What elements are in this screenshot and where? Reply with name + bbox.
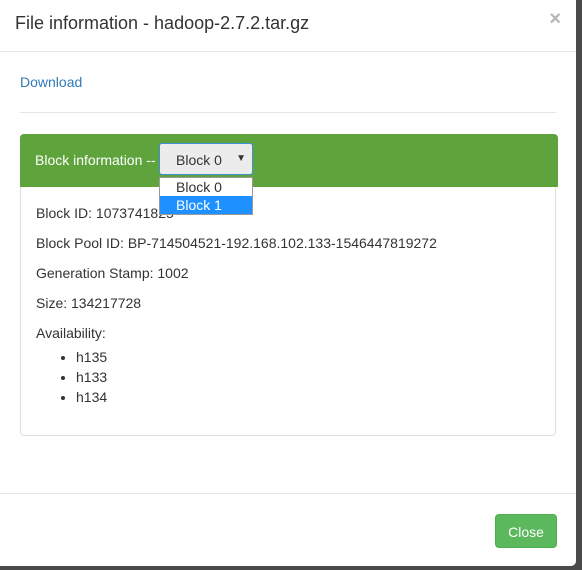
panel-heading: Block information -- Block 0 ▼ Block 0 B… xyxy=(20,134,558,215)
divider xyxy=(20,112,556,113)
block-information-label: Block information -- xyxy=(35,152,156,168)
close-icon[interactable]: × xyxy=(549,9,561,29)
list-item: h135 xyxy=(76,347,107,367)
block-pool-id: Block Pool ID: BP-714504521-192.168.102.… xyxy=(36,235,437,251)
backdrop xyxy=(576,0,582,566)
block-size: Size: 134217728 xyxy=(36,295,142,311)
file-information-modal: File information - hadoop-2.7.2.tar.gz ×… xyxy=(0,0,576,566)
block-select-value: Block 0 xyxy=(176,152,222,168)
dropdown-option-block-0[interactable]: Block 0 xyxy=(160,178,252,196)
list-item: h133 xyxy=(76,367,107,387)
modal-footer: Close xyxy=(0,493,576,567)
block-select-dropdown: Block 0 Block 1 xyxy=(159,177,253,215)
chevron-down-icon: ▼ xyxy=(236,153,246,164)
dropdown-option-block-1[interactable]: Block 1 xyxy=(160,196,252,214)
modal-title: File information - hadoop-2.7.2.tar.gz xyxy=(15,13,310,33)
availability-label: Availability: xyxy=(36,325,106,341)
download-link[interactable]: Download xyxy=(20,74,82,90)
availability-list: h135 h133 h134 xyxy=(36,347,107,407)
close-button[interactable]: Close xyxy=(495,514,557,548)
list-item: h134 xyxy=(76,387,107,407)
block-info-panel: Block information -- Block 0 ▼ Block 0 B… xyxy=(20,134,558,436)
modal-header: File information - hadoop-2.7.2.tar.gz × xyxy=(0,0,576,52)
modal-body: Download Block information -- Block 0 ▼ … xyxy=(0,52,576,492)
block-id: Block ID: 1073741825 xyxy=(36,205,174,221)
block-select[interactable]: Block 0 ▼ xyxy=(159,143,253,175)
generation-stamp: Generation Stamp: 1002 xyxy=(36,265,189,281)
